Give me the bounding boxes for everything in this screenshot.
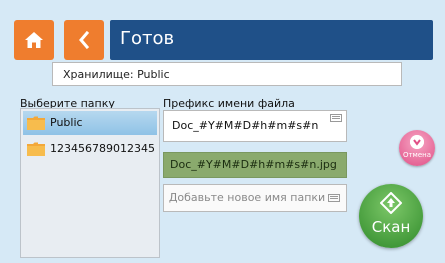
scan-label: Скан — [371, 218, 411, 236]
folder-item-label: Public — [50, 116, 83, 129]
new-folder-input[interactable]: Добавьте новое имя папки — [163, 184, 347, 212]
filename-preview: Doc_#Y#M#D#h#m#s#n.jpg — [163, 152, 347, 178]
top-bar: Готов — [14, 20, 433, 60]
storage-field: Хранилище: Public — [52, 62, 402, 86]
back-button[interactable] — [64, 20, 104, 60]
folder-icon — [27, 142, 45, 156]
scan-screen: Готов Хранилище: Public Выберите папку P… — [0, 0, 445, 263]
filename-prefix-label: Префикс имени файла — [163, 97, 295, 110]
cancel-button[interactable]: Отмена — [399, 130, 435, 166]
cancel-label: Отмена — [402, 151, 432, 159]
scan-button[interactable]: Скан — [359, 184, 423, 248]
folder-icon — [27, 116, 45, 130]
folder-list[interactable]: Public 1234567890123456... — [20, 108, 160, 258]
page-title: Готов — [120, 28, 175, 49]
folder-item-label: 1234567890123456... — [50, 142, 155, 155]
chevron-left-icon — [79, 31, 90, 49]
folder-item-public[interactable]: Public — [23, 111, 157, 135]
keyboard-icon — [328, 194, 340, 202]
home-button[interactable] — [14, 20, 54, 60]
filename-prefix-value: Doc_#Y#M#D#h#m#s#n — [172, 119, 319, 132]
new-folder-placeholder: Добавьте новое имя папки — [168, 191, 326, 204]
folder-item-numbered[interactable]: 1234567890123456... — [23, 137, 157, 161]
title-bar: Готов — [110, 20, 433, 60]
scan-icon — [380, 192, 402, 214]
keyboard-icon — [330, 114, 342, 122]
home-icon — [25, 32, 43, 48]
filename-prefix-input[interactable]: Doc_#Y#M#D#h#m#s#n — [163, 110, 347, 142]
close-icon — [410, 135, 424, 149]
